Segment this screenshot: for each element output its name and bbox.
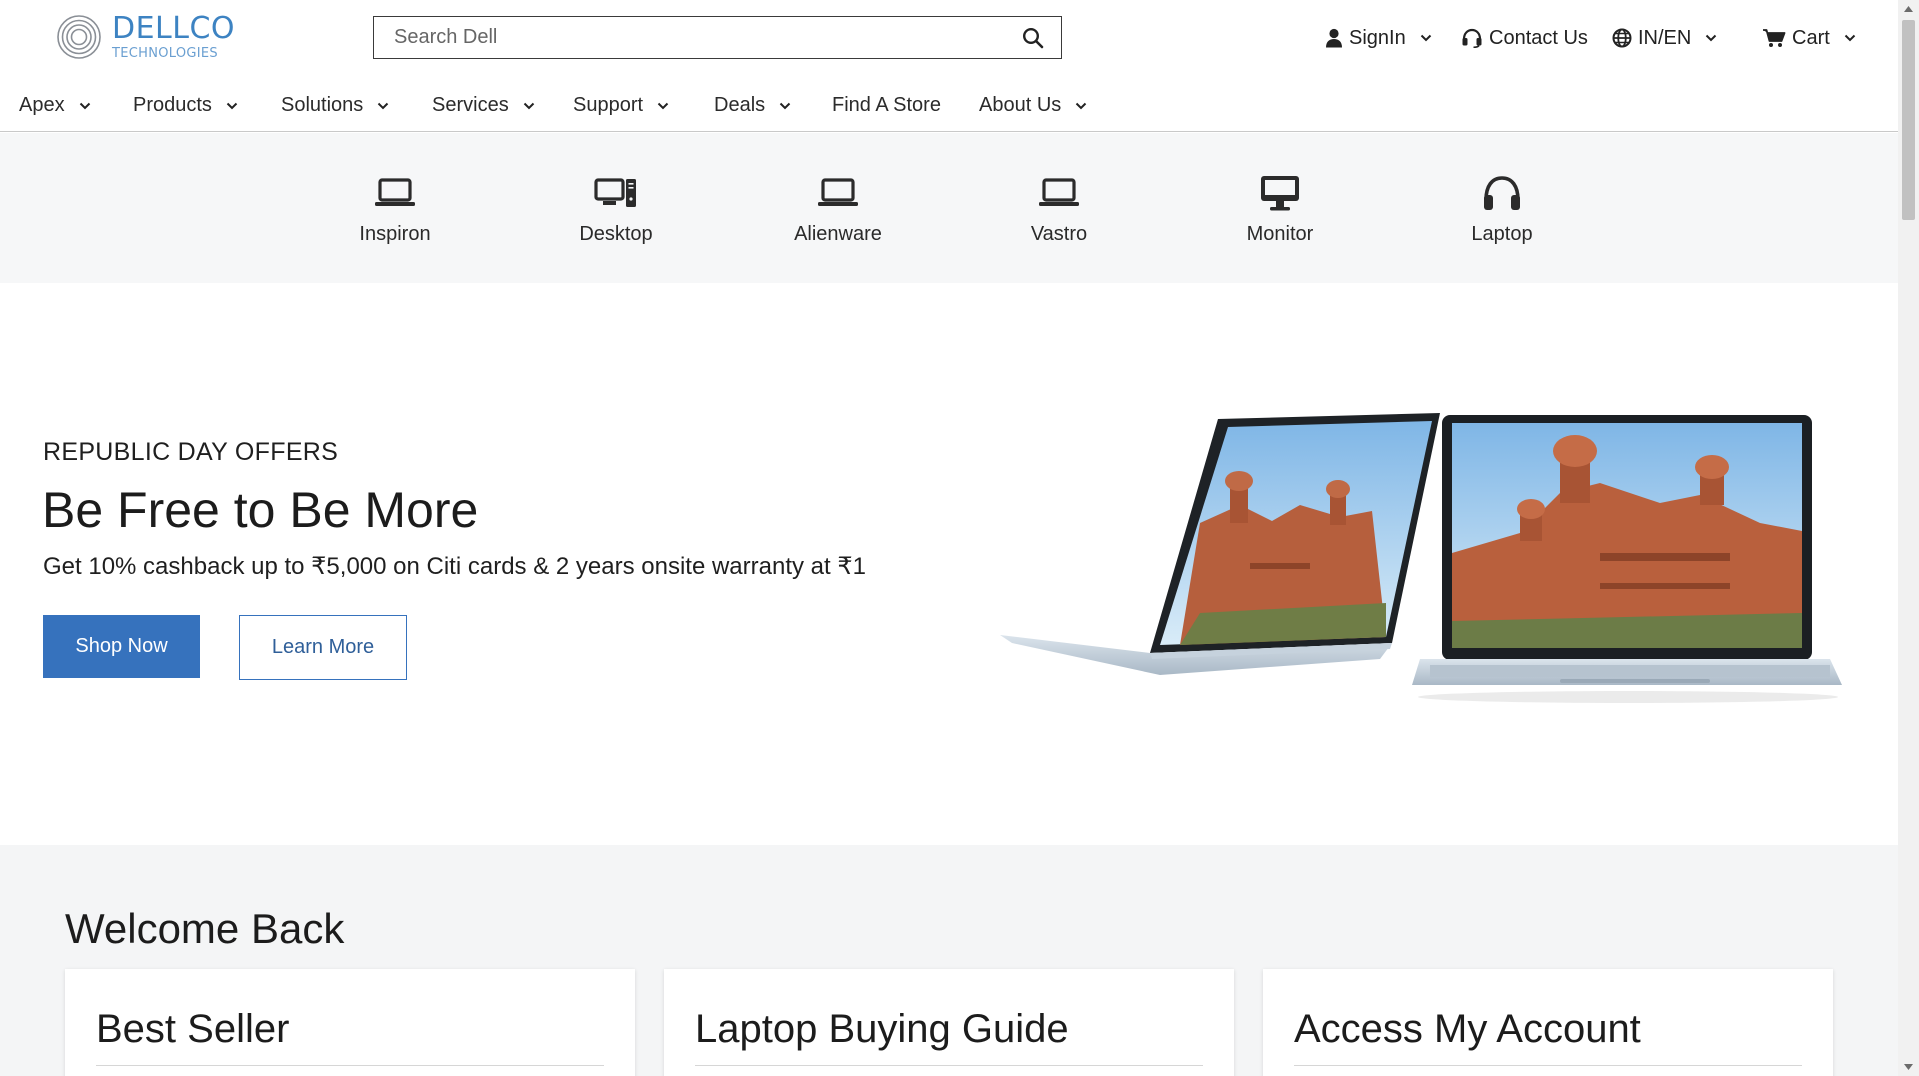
card-access-my-account[interactable]: Access My Account: [1263, 969, 1833, 1076]
chevron-down-icon: [779, 102, 791, 110]
category-strip: Inspiron Desktop Alienware Vastro Monito…: [0, 133, 1898, 283]
site-header: DELLCO TECHNOLOGIES SignIn Contact: [0, 0, 1898, 78]
nav-item-about-us[interactable]: About Us: [979, 94, 1087, 117]
search-box: [373, 16, 1062, 59]
signin-label: SignIn: [1349, 26, 1406, 49]
category-label: Laptop: [1471, 223, 1533, 245]
card-divider: [695, 1065, 1203, 1066]
headphones-icon: [1422, 173, 1582, 213]
contact-us-label: Contact Us: [1489, 26, 1588, 49]
laptop-icon: [315, 173, 475, 213]
chevron-down-icon: [1420, 34, 1432, 42]
welcome-title: Welcome Back: [65, 905, 345, 952]
scroll-up-arrow-icon[interactable]: [1898, 0, 1919, 18]
search-icon: [1022, 27, 1044, 48]
nav-item-label: Solutions: [281, 94, 364, 116]
nav-item-label: Deals: [714, 94, 766, 116]
category-inspiron[interactable]: Inspiron: [315, 173, 475, 246]
category-monitor[interactable]: Monitor: [1200, 173, 1360, 246]
nav-item-label: About Us: [979, 94, 1062, 116]
nav-item-deals[interactable]: Deals: [714, 94, 791, 117]
language-label: IN/EN: [1638, 26, 1692, 49]
page-scrollbar[interactable]: [1898, 0, 1919, 1076]
logo-name: DELLCO: [112, 11, 236, 46]
category-label: Vastro: [1030, 223, 1088, 245]
scroll-down-arrow-icon[interactable]: [1898, 1058, 1919, 1076]
user-icon: [1326, 28, 1342, 48]
nav-item-label: Services: [432, 94, 509, 116]
nav-item-services[interactable]: Services: [432, 94, 535, 117]
cart-label: Cart: [1792, 26, 1830, 49]
search-input[interactable]: [374, 17, 1005, 58]
nav-item-apex[interactable]: Apex: [19, 94, 91, 117]
hero-title: Be Free to Be More: [42, 482, 479, 538]
nav-item-label: Apex: [19, 94, 65, 116]
category-label: Inspiron: [359, 223, 431, 245]
card-laptop-buying-guide[interactable]: Laptop Buying Guide: [664, 969, 1234, 1076]
card-title: Laptop Buying Guide: [695, 1007, 1069, 1051]
language-selector[interactable]: IN/EN: [1612, 22, 1717, 54]
chevron-down-icon: [1075, 102, 1087, 110]
card-best-seller[interactable]: Best Seller: [65, 969, 635, 1076]
contact-us-link[interactable]: Contact Us: [1461, 22, 1588, 54]
logo[interactable]: DELLCO TECHNOLOGIES: [56, 14, 235, 60]
nav-item-support[interactable]: Support: [573, 94, 669, 117]
cart-icon: [1763, 29, 1786, 47]
laptop-icon: [979, 173, 1139, 213]
welcome-section: Welcome Back Best Seller Laptop Buying G…: [0, 845, 1898, 1076]
headset-icon: [1462, 28, 1482, 48]
category-alienware[interactable]: Alienware: [758, 173, 918, 246]
hero-banner: REPUBLIC DAY OFFERS Be Free to Be More G…: [0, 283, 1898, 845]
chevron-down-icon: [523, 102, 535, 110]
card-title: Best Seller: [96, 1007, 290, 1051]
laptop-icon: [758, 173, 918, 213]
category-vastro[interactable]: Vastro: [979, 173, 1139, 246]
nav-item-label: Support: [573, 94, 644, 116]
category-label: Monitor: [1246, 223, 1314, 245]
nav-item-label: Products: [133, 94, 212, 116]
card-divider: [1294, 1065, 1802, 1066]
chevron-down-icon: [657, 102, 669, 110]
search-button[interactable]: [1005, 17, 1061, 58]
chevron-down-icon: [1844, 34, 1856, 42]
learn-more-button[interactable]: Learn More: [239, 615, 407, 680]
hero-eyebrow: REPUBLIC DAY OFFERS: [43, 438, 339, 466]
card-divider: [96, 1065, 604, 1066]
category-desktop[interactable]: Desktop: [536, 173, 696, 246]
hero-subtitle: Get 10% cashback up to ₹5,000 on Citi ca…: [43, 553, 866, 580]
laptops-hero-image: [1000, 413, 1842, 703]
scroll-thumb[interactable]: [1902, 20, 1915, 220]
desktop-icon: [536, 173, 696, 213]
nav-item-solutions[interactable]: Solutions: [281, 94, 389, 117]
category-label: Desktop: [579, 223, 653, 245]
nav-item-find-a-store[interactable]: Find A Store: [832, 94, 941, 117]
nav-item-label: Find A Store: [832, 94, 941, 116]
logo-subtitle: TECHNOLOGIES: [112, 46, 218, 61]
monitor-icon: [1200, 173, 1360, 213]
nav-item-products[interactable]: Products: [133, 94, 238, 117]
chevron-down-icon: [79, 102, 91, 110]
logo-rings-icon: [57, 15, 101, 59]
main-nav: Apex Products Solutions Services Support…: [0, 88, 1898, 132]
category-laptop[interactable]: Laptop: [1422, 173, 1582, 246]
globe-icon: [1612, 28, 1632, 48]
cart-menu[interactable]: Cart: [1762, 22, 1856, 54]
signin-menu[interactable]: SignIn: [1325, 22, 1432, 54]
chevron-down-icon: [377, 102, 389, 110]
chevron-down-icon: [226, 102, 238, 110]
chevron-down-icon: [1705, 34, 1717, 42]
shop-now-button[interactable]: Shop Now: [43, 615, 200, 678]
card-title: Access My Account: [1294, 1007, 1641, 1051]
category-label: Alienware: [794, 223, 882, 245]
